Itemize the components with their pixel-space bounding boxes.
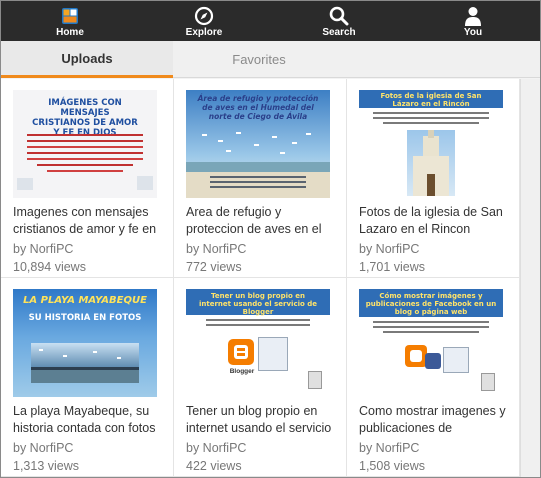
nav-explore-label: Explore <box>185 27 223 38</box>
photoset-views: 422 views <box>186 459 242 473</box>
thumbnail-heading: Fotos de la iglesia de San Lázaro en el … <box>380 92 482 108</box>
user-icon <box>464 5 482 27</box>
photoset-card[interactable]: LA PLAYA MAYABEQUE SU HISTORIA EN FOTOS … <box>1 278 174 477</box>
tab-favorites[interactable]: Favorites <box>173 41 345 78</box>
photoset-views: 10,894 views <box>13 260 86 274</box>
blogger-logo <box>228 339 254 365</box>
photoset-author[interactable]: by NorfiPC <box>359 441 419 455</box>
photoset-thumbnail[interactable]: Tener un blog propio en internet usando … <box>186 289 330 397</box>
nav-search-label: Search <box>322 27 356 38</box>
nav-you[interactable]: You <box>438 1 508 41</box>
nav-home-label: Home <box>56 27 84 38</box>
thumbnail-heading: IMÁGENES CON MENSAJES CRISTIANOS DE AMOR… <box>32 98 138 138</box>
photoset-thumbnail[interactable]: Área de refugio y protección de aves en … <box>186 90 330 198</box>
photoset-title[interactable]: Area de refugio y proteccion de aves en … <box>186 204 336 240</box>
photoset-author[interactable]: by NorfiPC <box>13 242 73 256</box>
photoset-card[interactable]: Tener un blog propio en internet usando … <box>174 278 347 477</box>
tab-bar: Uploads Favorites <box>1 41 540 78</box>
photoset-thumbnail[interactable]: Fotos de la iglesia de San Lázaro en el … <box>359 90 503 198</box>
nav-you-label: You <box>463 27 483 38</box>
church-photo <box>407 130 455 196</box>
photoset-author[interactable]: by NorfiPC <box>359 242 419 256</box>
thumbnail-heading: Tener un blog propio en internet usando … <box>198 292 318 316</box>
photoset-views: 772 views <box>186 260 242 274</box>
photoset-title[interactable]: Como mostrar imagenes y publicaciones de <box>359 403 509 439</box>
nav-home[interactable]: Home <box>35 1 105 41</box>
scrollbar[interactable] <box>520 79 540 477</box>
photoset-author[interactable]: by NorfiPC <box>13 441 73 455</box>
photoset-card[interactable]: IMÁGENES CON MENSAJES CRISTIANOS DE AMOR… <box>1 79 174 278</box>
top-nav: Home Explore Search You <box>1 1 540 41</box>
thumbnail-heading: Cómo mostrar imágenes y publicaciones de… <box>365 292 497 316</box>
home-icon <box>61 5 79 27</box>
photoset-card[interactable]: Cómo mostrar imágenes y publicaciones de… <box>347 278 520 477</box>
thumbnail-subheading: SU HISTORIA EN FOTOS <box>28 313 142 323</box>
photoset-author[interactable]: by NorfiPC <box>186 242 246 256</box>
photoset-title[interactable]: Imagenes con mensajes cristianos de amor… <box>13 204 163 240</box>
photoset-title[interactable]: La playa Mayabeque, su historia contada … <box>13 403 163 439</box>
photo-grid: IMÁGENES CON MENSAJES CRISTIANOS DE AMOR… <box>1 79 520 477</box>
photoset-title[interactable]: Fotos de la iglesia de San Lazaro en el … <box>359 204 509 240</box>
compass-icon <box>194 5 214 27</box>
tab-uploads[interactable]: Uploads <box>1 41 173 78</box>
blogger-logo-text: Blogger <box>229 368 255 375</box>
thumbnail-heading: LA PLAYA MAYABEQUE <box>23 295 147 306</box>
photoset-thumbnail[interactable]: LA PLAYA MAYABEQUE SU HISTORIA EN FOTOS <box>13 289 157 397</box>
photoset-thumbnail[interactable]: Cómo mostrar imágenes y publicaciones de… <box>359 289 503 397</box>
photoset-thumbnail[interactable]: IMÁGENES CON MENSAJES CRISTIANOS DE AMOR… <box>13 90 157 198</box>
photoset-card[interactable]: Área de refugio y protección de aves en … <box>174 79 347 278</box>
photoset-title[interactable]: Tener un blog propio en internet usando … <box>186 403 336 439</box>
nav-explore[interactable]: Explore <box>169 1 239 41</box>
thumbnail-heading: Área de refugio y protección de aves en … <box>197 94 319 121</box>
photoset-author[interactable]: by NorfiPC <box>186 441 246 455</box>
photoset-views: 1,313 views <box>13 459 80 473</box>
search-icon <box>329 5 349 27</box>
photoset-views: 1,508 views <box>359 459 426 473</box>
photoset-views: 1,701 views <box>359 260 426 274</box>
nav-search[interactable]: Search <box>304 1 374 41</box>
app-frame: Home Explore Search You Uploads Favorite… <box>0 0 541 478</box>
blogger-logo <box>405 345 427 367</box>
photoset-card[interactable]: Fotos de la iglesia de San Lázaro en el … <box>347 79 520 278</box>
